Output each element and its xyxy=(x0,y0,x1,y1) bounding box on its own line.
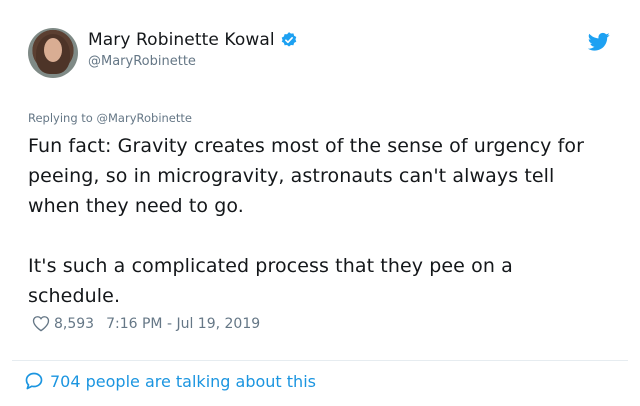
tweet-paragraph: Fun fact: Gravity creates most of the se… xyxy=(28,135,585,217)
verified-badge-icon xyxy=(281,32,296,47)
replying-to-prefix: Replying to xyxy=(28,111,97,125)
talking-about-text[interactable]: 704 people are talking about this xyxy=(50,372,316,391)
author-name-row: Mary Robinette Kowal xyxy=(88,30,298,50)
divider xyxy=(12,360,628,361)
replying-to-mention[interactable]: @MaryRobinette xyxy=(97,111,192,125)
tweet-meta: 8,593 7:16 PM - Jul 19, 2019 xyxy=(32,315,260,332)
conversation-link[interactable]: 704 people are talking about this xyxy=(24,371,316,391)
tweet-timestamp[interactable]: 7:16 PM - Jul 19, 2019 xyxy=(106,316,260,332)
twitter-bird-icon[interactable] xyxy=(588,32,610,52)
speech-bubble-icon xyxy=(25,372,43,390)
avatar-face xyxy=(44,38,62,62)
author-display-name[interactable]: Mary Robinette Kowal xyxy=(88,30,275,50)
avatar[interactable] xyxy=(28,28,78,78)
replying-to-line: Replying to @MaryRobinette xyxy=(28,111,192,125)
tweet-paragraph: It's such a complicated process that the… xyxy=(28,255,513,307)
heart-icon[interactable] xyxy=(32,315,50,332)
tweet-card: Mary Robinette Kowal @MaryRobinette Repl… xyxy=(0,0,640,406)
like-count[interactable]: 8,593 xyxy=(54,316,94,332)
tweet-text: Fun fact: Gravity creates most of the se… xyxy=(28,131,608,311)
author-handle[interactable]: @MaryRobinette xyxy=(88,54,196,69)
